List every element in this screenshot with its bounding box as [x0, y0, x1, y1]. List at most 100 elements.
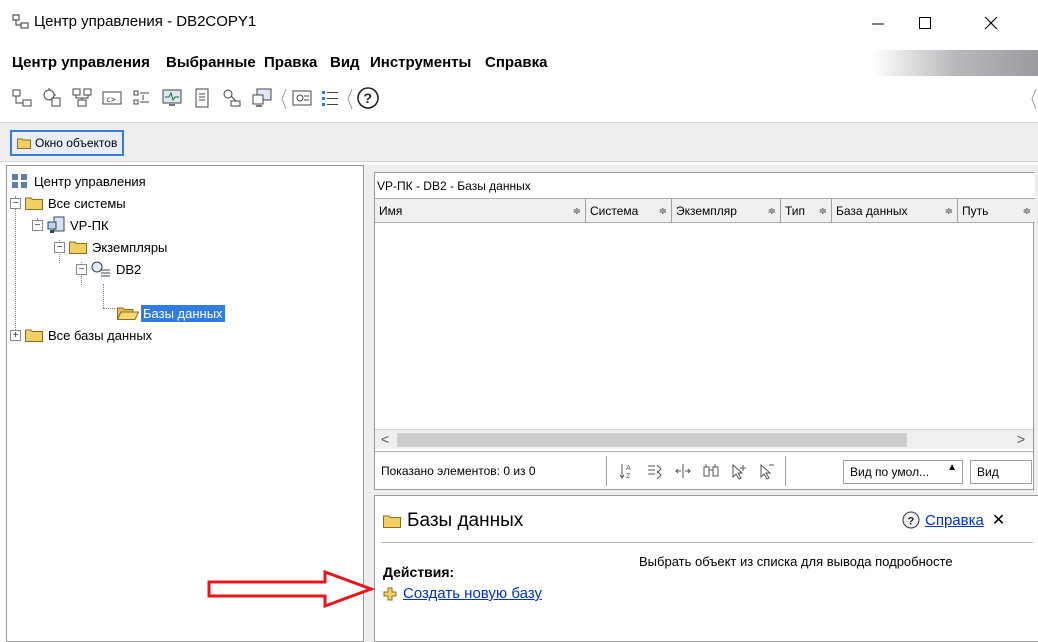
column-header-system[interactable]: Система ≑ — [586, 199, 672, 223]
close-icon[interactable]: ✕ — [992, 510, 1005, 530]
create-database-link[interactable]: Создать новую базу — [403, 585, 542, 602]
svg-text:Z: Z — [626, 473, 631, 480]
menu-help[interactable]: Справка — [485, 54, 547, 71]
details-title-text: Базы данных — [407, 510, 524, 531]
object-window-button[interactable]: Окно объектов — [10, 130, 125, 156]
column-header-path[interactable]: Путь ≑ — [958, 199, 1035, 223]
view-button[interactable]: Вид — [970, 460, 1032, 484]
menu-selected[interactable]: Выбранные — [166, 54, 256, 71]
license-center-button[interactable] — [220, 86, 244, 110]
folder-icon — [383, 515, 401, 528]
tree-item-databases[interactable]: Базы данных — [117, 302, 225, 324]
help-icon: ? — [902, 511, 920, 529]
toolbar-separator — [347, 88, 353, 110]
menu-tools[interactable]: Инструменты — [370, 54, 471, 71]
tree-connector — [103, 308, 115, 309]
collapse-icon[interactable]: − — [32, 219, 43, 231]
menu-edit[interactable]: Правка — [264, 54, 317, 71]
scrollbar-thumb[interactable] — [397, 433, 907, 447]
close-button[interactable] — [968, 8, 1014, 38]
view-select[interactable]: Вид по умол... ▲ — [843, 460, 963, 484]
title-bar: Центр управления - DB2COPY1 — [0, 0, 1038, 46]
help-button[interactable]: ? — [356, 86, 380, 110]
tools-settings-icon — [292, 90, 312, 106]
tree-item-instance-db2[interactable]: − DB2 — [76, 258, 141, 280]
tree-item-all-systems[interactable]: − Все системы — [10, 192, 126, 214]
command-editor-button[interactable]: c> — [100, 86, 124, 110]
annotation-arrow-icon — [207, 569, 375, 609]
configuration-assistant-icon — [252, 88, 272, 107]
svg-text:A: A — [626, 465, 631, 472]
find-icon[interactable] — [701, 461, 721, 481]
tree-item-control-center[interactable]: Центр управления — [11, 170, 146, 192]
tree-label: VP-ПК — [70, 217, 109, 233]
collapse-icon[interactable]: − — [54, 241, 65, 253]
folder-icon — [69, 241, 87, 254]
expand-icon[interactable]: + — [10, 329, 21, 341]
details-help: ? Справка ✕ — [902, 510, 1005, 530]
tree-item-instances[interactable]: − Экземпляры — [54, 236, 167, 258]
column-header-type[interactable]: Тип ≑ — [781, 199, 832, 223]
select-all-icon[interactable] — [729, 461, 749, 481]
configuration-assistant-button[interactable] — [250, 86, 274, 110]
sort-az-icon[interactable]: AZ — [617, 461, 637, 481]
details-hint: Выбрать объект из списка для вывода подр… — [639, 554, 953, 569]
close-icon — [984, 16, 998, 30]
create-database-action[interactable]: Создать новую базу — [383, 585, 542, 602]
control-center-button[interactable] — [10, 86, 34, 110]
deselect-all-icon[interactable] — [757, 461, 777, 481]
tree-label: Все системы — [48, 195, 126, 211]
collapse-icon[interactable]: − — [10, 197, 21, 209]
journal-button[interactable] — [190, 86, 214, 110]
tree-label: DB2 — [116, 261, 142, 277]
sort-icon: ≑ — [767, 205, 776, 217]
window-title: Центр управления - DB2COPY1 — [34, 13, 257, 30]
tree-label: Все базы данных — [48, 327, 153, 343]
menu-bar: Центр управления Выбранные Правка Вид Ин… — [0, 50, 1038, 76]
replication-center-icon — [43, 88, 61, 107]
instance-icon — [91, 261, 110, 277]
computer-icon — [47, 216, 65, 233]
health-center-button[interactable] — [160, 86, 184, 110]
scroll-left-icon[interactable]: < — [381, 431, 389, 447]
toolbar-separator — [1031, 88, 1037, 110]
scroll-right-icon[interactable]: > — [1017, 431, 1025, 447]
control-center-icon — [12, 89, 32, 107]
replication-center-button[interactable] — [40, 86, 64, 110]
sort-icon: ≑ — [572, 205, 581, 217]
toolbar-separator — [281, 88, 287, 110]
task-center-button[interactable] — [130, 86, 154, 110]
tree-label: Центр управления — [34, 173, 146, 189]
menu-view[interactable]: Вид — [330, 54, 360, 71]
help-icon: ? — [357, 87, 379, 109]
legend-button[interactable] — [318, 86, 342, 110]
column-header-name[interactable]: Имя ≑ — [375, 199, 586, 223]
menu-control-center[interactable]: Центр управления — [12, 54, 150, 71]
health-center-icon — [162, 89, 182, 106]
tree-item-host[interactable]: − VP-ПК — [32, 214, 109, 236]
columns-icon[interactable] — [673, 461, 693, 481]
horizontal-scrollbar[interactable]: < > — [375, 429, 1033, 449]
column-header-database[interactable]: База данных ≑ — [832, 199, 958, 223]
object-window-bar: Окно объектов — [0, 122, 1038, 162]
tree-item-all-databases[interactable]: + Все базы данных — [10, 324, 152, 346]
tree-label-selected: Базы данных — [141, 304, 225, 322]
column-header-instance[interactable]: Экземпляр ≑ — [672, 199, 781, 223]
database-table: VP-ПК - DB2 - Базы данных Имя ≑ Система ≑ … — [374, 172, 1035, 490]
sort-icon: ≑ — [818, 205, 827, 217]
help-link[interactable]: Справка — [925, 512, 984, 529]
minimize-icon — [872, 23, 884, 25]
tree-label: Экземпляры — [92, 239, 168, 255]
separator — [606, 456, 607, 486]
details-panel: Базы данных ? Справка ✕ Выбрать объект и… — [374, 495, 1038, 642]
minimize-button[interactable] — [855, 8, 901, 38]
create-plus-icon — [383, 587, 397, 600]
collapse-icon[interactable]: − — [76, 263, 87, 275]
satellite-admin-button[interactable] — [70, 86, 94, 110]
command-editor-icon: c> — [102, 91, 122, 105]
svg-text:?: ? — [908, 516, 915, 528]
filter-icon[interactable] — [645, 461, 665, 481]
tools-settings-button[interactable] — [290, 86, 314, 110]
folder-icon — [17, 138, 31, 149]
maximize-button[interactable] — [902, 8, 948, 38]
